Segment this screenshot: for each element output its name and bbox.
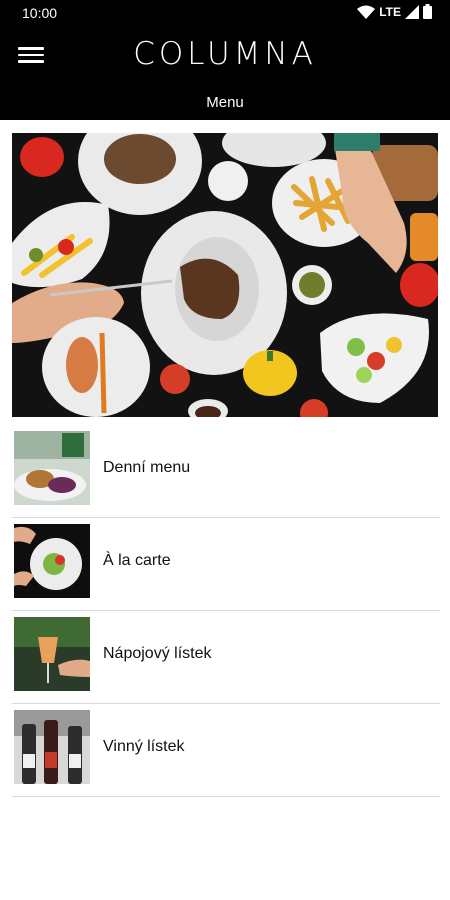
list-item-label: À la carte: [103, 552, 171, 569]
status-bar: 10:00 LTE: [0, 0, 450, 26]
list-item-napojovy-listek[interactable]: Nápojový lístek: [12, 611, 440, 704]
list-item-denni-menu[interactable]: Denní menu: [12, 425, 440, 518]
hero-food-image: [12, 133, 438, 417]
a-la-carte-thumbnail: [14, 524, 90, 598]
list-item-a-la-carte[interactable]: À la carte: [12, 518, 440, 611]
status-icons: LTE: [357, 4, 432, 19]
wifi-icon: [357, 5, 376, 19]
menu-list: Denní menu À la carte Nápojový lístek Vi…: [12, 425, 440, 797]
network-type: LTE: [379, 4, 401, 19]
list-item-label: Denní menu: [103, 459, 191, 476]
list-item-label: Vinný lístek: [103, 738, 185, 755]
list-item-vinny-listek[interactable]: Vinný lístek: [12, 704, 440, 797]
denni-menu-thumbnail: [14, 431, 90, 505]
vinny-listek-thumbnail: [14, 710, 90, 784]
brand-logo: COLUMNA: [133, 36, 317, 72]
list-item-label: Nápojový lístek: [103, 645, 212, 662]
app-bar: COLUMNA Menu: [0, 26, 450, 120]
battery-icon: [423, 4, 432, 19]
page-title: Menu: [206, 94, 244, 111]
napojovy-listek-thumbnail: [14, 617, 90, 691]
signal-icon: [405, 4, 419, 19]
status-time: 10:00: [22, 5, 58, 21]
